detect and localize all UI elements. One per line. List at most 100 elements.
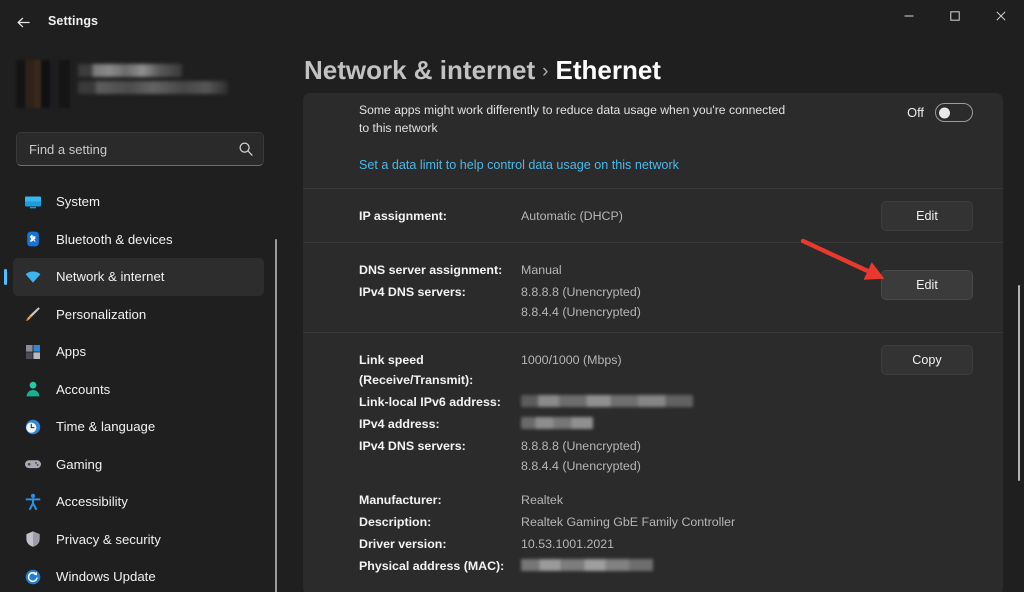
copy-button[interactable]: Copy — [881, 345, 973, 375]
adapter-details-section: Link speed (Receive/Transmit): 1000/1000… — [303, 332, 1003, 592]
sidebar-item-label: Network & internet — [56, 269, 165, 285]
search-placeholder: Find a setting — [29, 142, 108, 157]
dns-server-entry: 8.8.8.8 (Unencrypted) — [521, 439, 641, 454]
dns-assignment-label: DNS server assignment: — [359, 263, 503, 277]
content-scrollbar[interactable] — [1018, 285, 1020, 481]
mac-address-redacted — [521, 558, 653, 571]
sidebar-item-apps[interactable]: Apps — [13, 333, 264, 371]
sidebar-item-privacy-security[interactable]: Privacy & security — [13, 521, 264, 559]
data-limit-link[interactable]: Set a data limit to help control data us… — [359, 158, 679, 172]
paintbrush-icon — [24, 305, 42, 323]
sidebar-item-label: System — [56, 194, 100, 210]
maximize-icon — [950, 11, 960, 21]
ip-assignment-label: IP assignment: — [359, 209, 447, 223]
row-value: 8.8.8.8 (Unencrypted) 8.8.4.4 (Unencrypt… — [521, 436, 641, 476]
sidebar-item-accounts[interactable]: Accounts — [13, 371, 264, 409]
back-arrow-icon — [17, 17, 30, 27]
ip-assignment-edit-button[interactable]: Edit — [881, 201, 973, 231]
metered-toggle-switch[interactable] — [935, 103, 973, 122]
wifi-icon — [24, 268, 42, 286]
row-value: 1000/1000 (Mbps) — [521, 353, 622, 367]
table-row: Physical address (MAC): — [325, 555, 981, 577]
page-title: Ethernet — [555, 55, 661, 85]
maximize-button[interactable] — [932, 0, 978, 32]
dns-section: DNS server assignment: Manual IPv4 DNS s… — [303, 242, 1003, 332]
breadcrumb-parent[interactable]: Network & internet — [304, 55, 535, 85]
sidebar-item-personalization[interactable]: Personalization — [13, 296, 264, 334]
dns-assignment-value: Manual — [521, 263, 562, 277]
dns-edit-button[interactable]: Edit — [881, 270, 973, 300]
row-label: Driver version: — [359, 536, 447, 551]
sidebar-item-label: Accounts — [56, 381, 111, 397]
row-value: Realtek Gaming GbE Family Controller — [521, 514, 736, 529]
metered-toggle-label: Off — [907, 105, 924, 120]
back-button[interactable] — [8, 8, 38, 36]
sidebar-item-bluetooth-devices[interactable]: Bluetooth & devices — [13, 221, 264, 259]
title-bar: Settings — [0, 0, 1024, 44]
sidebar-item-windows-update[interactable]: Windows Update — [13, 558, 264, 592]
sidebar-item-label: Bluetooth & devices — [56, 231, 173, 247]
row-label: Manufacturer: — [359, 492, 442, 507]
avatar — [16, 60, 70, 108]
main-content: Network & internet › Ethernet Some apps mi… — [278, 44, 1024, 592]
apps-grid-icon — [24, 343, 42, 361]
sidebar-scrollbar[interactable] — [275, 239, 277, 592]
table-row: Driver version: 10.53.1001.2021 — [325, 533, 981, 555]
metered-connection-section: Some apps might work differently to redu… — [303, 93, 1003, 188]
sidebar-item-label: Apps — [56, 344, 87, 360]
clock-icon — [24, 418, 42, 436]
user-profile[interactable] — [16, 58, 236, 110]
ipv6-address-redacted — [521, 395, 693, 408]
metered-description: Some apps might work differently to redu… — [359, 103, 786, 135]
row-value: Realtek — [521, 492, 564, 507]
monitor-icon — [24, 193, 42, 211]
sidebar-item-time-language[interactable]: Time & language — [13, 408, 264, 446]
sidebar-item-label: Windows Update — [56, 569, 156, 585]
ip-assignment-value: Automatic (DHCP) — [521, 209, 623, 223]
table-row: Manufacturer: Realtek — [325, 489, 981, 511]
settings-window: Settings Find a setting System Bluetooth… — [0, 0, 1024, 592]
search-icon — [238, 141, 254, 157]
sidebar-item-system[interactable]: System — [13, 183, 264, 221]
ipv4-address-redacted — [521, 417, 593, 430]
row-label: IPv4 DNS servers: — [359, 439, 466, 454]
close-icon — [996, 11, 1006, 21]
update-refresh-icon — [24, 568, 42, 586]
close-button[interactable] — [978, 0, 1024, 32]
row-value — [521, 414, 593, 434]
sidebar-item-network-internet[interactable]: Network & internet — [13, 258, 264, 296]
sidebar-item-label: Privacy & security — [56, 531, 161, 547]
sidebar-nav: System Bluetooth & devices Network & int… — [0, 183, 278, 592]
toggle-knob — [939, 107, 950, 118]
settings-card: Some apps might work differently to redu… — [303, 93, 1003, 592]
bluetooth-icon — [24, 230, 42, 248]
table-row: IPv4 address: — [325, 413, 981, 435]
sidebar-item-label: Time & language — [56, 419, 156, 435]
row-spacer — [325, 478, 981, 489]
search-input[interactable]: Find a setting — [16, 132, 264, 166]
table-row: IPv4 DNS servers: 8.8.8.8 (Unencrypted) … — [325, 435, 981, 477]
window-controls — [886, 0, 1024, 32]
ip-assignment-section: IP assignment: Automatic (DHCP) Edit — [303, 188, 1003, 242]
row-label: IPv4 address: — [359, 417, 440, 432]
sidebar-item-accessibility[interactable]: Accessibility — [13, 483, 264, 521]
row-value — [521, 556, 653, 576]
row-label: Physical address (MAC): — [359, 558, 505, 573]
sidebar-item-label: Personalization — [56, 306, 147, 322]
profile-email-redacted — [78, 81, 228, 94]
breadcrumb: Network & internet › Ethernet — [304, 55, 661, 86]
dns-server-entry: 8.8.4.4 (Unencrypted) — [521, 305, 641, 320]
sidebar-item-label: Accessibility — [56, 494, 128, 510]
shield-icon — [24, 530, 42, 548]
table-row: Link-local IPv6 address: — [325, 391, 981, 413]
profile-name-redacted — [78, 64, 182, 77]
sidebar-item-gaming[interactable]: Gaming — [13, 446, 264, 484]
person-icon — [24, 380, 42, 398]
metered-toggle-group: Off — [907, 103, 973, 122]
row-label: Description: — [359, 514, 432, 529]
sidebar-item-label: Gaming — [56, 456, 103, 472]
gamepad-icon — [24, 455, 42, 473]
minimize-button[interactable] — [886, 0, 932, 32]
row-value — [521, 392, 693, 412]
adapter-details-rows: Link speed (Receive/Transmit): 1000/1000… — [325, 349, 981, 577]
